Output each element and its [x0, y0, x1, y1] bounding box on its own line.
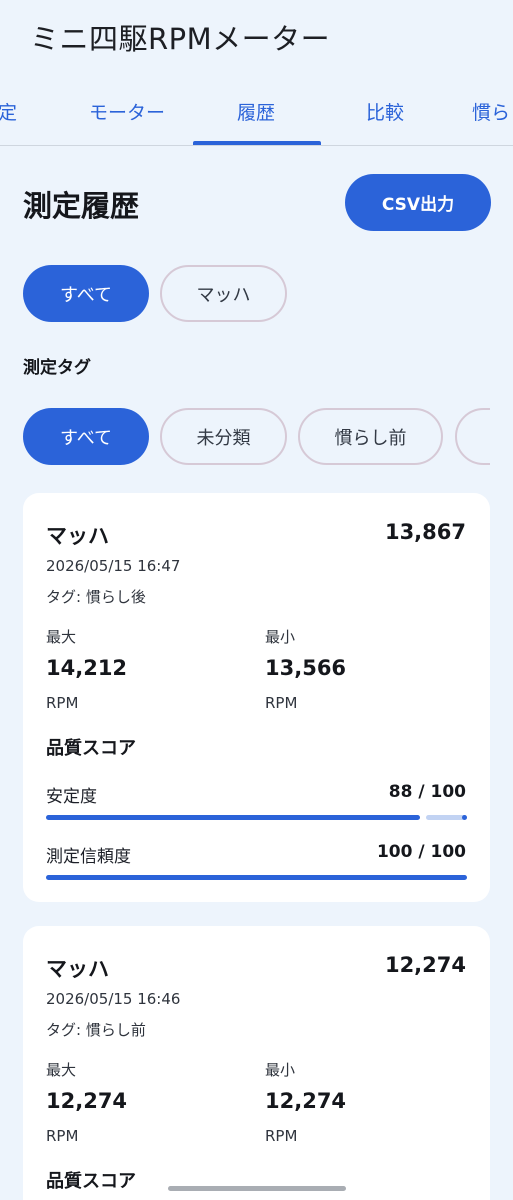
record-datetime: 2026/05/15 16:46 [46, 990, 181, 1008]
tag-chip-uncategorized[interactable]: 未分類 [160, 408, 287, 465]
tab-bar: 定 モーター 履歴 比較 慣ら [0, 80, 513, 146]
record-rpm: 13,867 [384, 520, 466, 544]
record-rpm: 12,274 [384, 953, 466, 977]
tag-filter-row[interactable]: すべて 未分類 慣らし前 [0, 406, 490, 468]
max-value: 12,274 [46, 1089, 128, 1113]
tag-chip-before-break-in[interactable]: 慣らし前 [298, 408, 443, 465]
record-tag: タグ: 慣らし後 [46, 588, 146, 606]
max-label: 最大 [46, 628, 77, 646]
filter-chip-mach[interactable]: マッハ [160, 265, 287, 322]
tab-history[interactable]: 履歴 [237, 98, 275, 125]
min-unit: RPM [265, 694, 298, 712]
stability-label: 安定度 [46, 787, 97, 807]
home-indicator [168, 1186, 346, 1191]
app-bar: ミニ四駆RPMメーター [0, 0, 513, 80]
min-label: 最小 [265, 1061, 296, 1079]
min-label: 最小 [265, 628, 296, 646]
min-value: 13,566 [265, 656, 347, 680]
stability-bar-track [426, 815, 467, 820]
record-motor-name: マッハ [46, 524, 109, 548]
stability-bar [46, 815, 467, 820]
app-title: ミニ四駆RPMメーター [30, 22, 331, 56]
record-card[interactable]: マッハ 12,274 2026/05/15 16:46 タグ: 慣らし前 最大 … [23, 926, 490, 1200]
max-unit: RPM [46, 1127, 79, 1145]
tag-filter-heading: 測定タグ [23, 358, 91, 378]
stability-value: 88 / 100 [388, 782, 466, 802]
min-value: 12,274 [265, 1089, 347, 1113]
active-tab-indicator [193, 141, 321, 145]
confidence-value: 100 / 100 [376, 842, 466, 862]
page-title: 測定履歴 [23, 189, 140, 223]
min-unit: RPM [265, 1127, 298, 1145]
quality-score-heading: 品質スコア [46, 738, 136, 759]
stability-bar-end-dot [462, 815, 467, 820]
tab-compare[interactable]: 比較 [366, 98, 404, 125]
record-datetime: 2026/05/15 16:47 [46, 557, 181, 575]
record-tag: タグ: 慣らし前 [46, 1021, 146, 1039]
quality-score-heading: 品質スコア [46, 1171, 136, 1192]
tab-measure[interactable]: 定 [0, 98, 17, 125]
record-card[interactable]: マッハ 13,867 2026/05/15 16:47 タグ: 慣らし後 最大 … [23, 493, 490, 902]
record-motor-name: マッハ [46, 957, 109, 981]
stability-bar-fill [46, 815, 420, 820]
max-unit: RPM [46, 694, 79, 712]
filter-chip-all[interactable]: すべて [23, 265, 149, 322]
tab-motor[interactable]: モーター [89, 98, 165, 125]
tag-chip-all[interactable]: すべて [23, 408, 149, 465]
csv-export-button[interactable]: CSV出力 [345, 174, 491, 231]
max-label: 最大 [46, 1061, 77, 1079]
confidence-bar-fill [46, 875, 467, 880]
confidence-bar [46, 875, 467, 880]
max-value: 14,212 [46, 656, 128, 680]
tab-break-in[interactable]: 慣ら [472, 98, 510, 125]
confidence-label: 測定信頼度 [46, 847, 131, 867]
tag-chip-next[interactable] [455, 408, 490, 465]
